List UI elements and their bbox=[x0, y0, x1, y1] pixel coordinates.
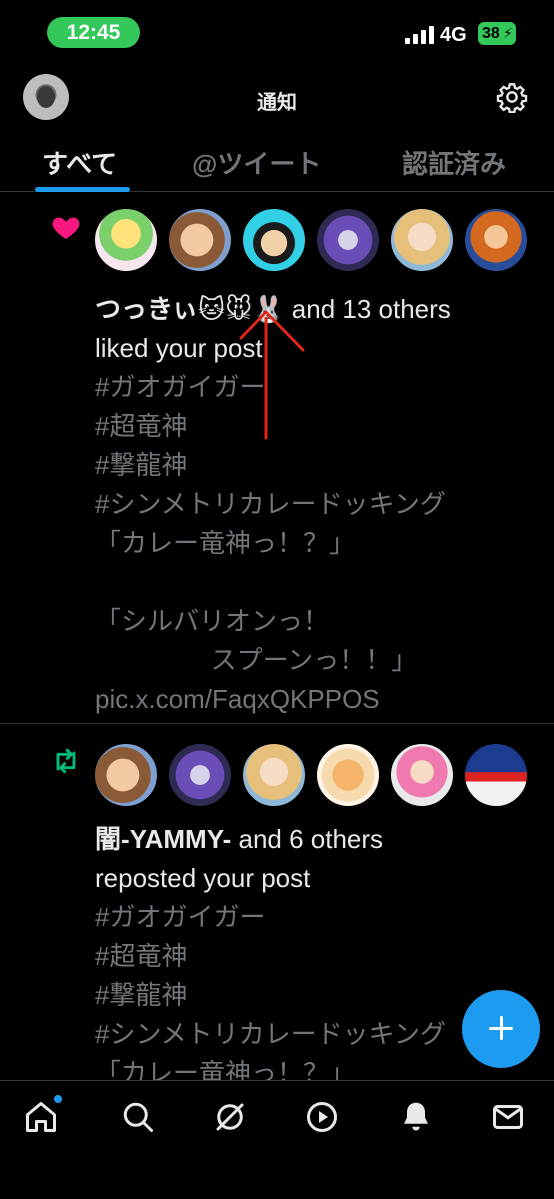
video-icon[interactable] bbox=[304, 1099, 340, 1135]
others-count: and 6 others bbox=[231, 824, 384, 854]
avatar[interactable] bbox=[93, 207, 159, 273]
compose-button[interactable] bbox=[462, 990, 540, 1068]
tab-all[interactable]: すべて bbox=[42, 144, 117, 181]
post-line: #シンメトリカレードッキング bbox=[95, 489, 446, 519]
bottom-nav bbox=[0, 1080, 554, 1199]
messages-envelope-icon[interactable] bbox=[490, 1099, 526, 1135]
status-bar: 12:45 4G 38 ⚡ bbox=[0, 0, 554, 66]
avatar[interactable] bbox=[167, 207, 233, 273]
post-line: #超竜神 bbox=[95, 411, 188, 441]
top-header: 通知 bbox=[0, 66, 554, 128]
network-type: 4G bbox=[440, 24, 467, 46]
charging-icon: ⚡ bbox=[503, 25, 513, 41]
avatar[interactable] bbox=[241, 742, 307, 808]
heart-icon bbox=[52, 217, 80, 239]
active-tab-indicator bbox=[35, 187, 130, 192]
post-line bbox=[95, 563, 535, 602]
avatar[interactable] bbox=[93, 742, 159, 808]
avatar[interactable] bbox=[167, 742, 233, 808]
actor-name[interactable]: つっきぃ🐱🐭🐰 bbox=[95, 294, 285, 324]
settings-gear-icon[interactable] bbox=[496, 81, 528, 113]
post-line: #超竜神 bbox=[95, 941, 188, 971]
battery-indicator: 38 ⚡ bbox=[478, 22, 516, 45]
home-icon[interactable] bbox=[23, 1099, 59, 1135]
page-title: 通知 bbox=[257, 92, 297, 114]
post-line: #ガオガイガー bbox=[95, 372, 266, 402]
post-line: スプーンっ！！」 bbox=[95, 645, 418, 675]
avatar[interactable] bbox=[463, 207, 529, 273]
repost-icon bbox=[56, 748, 76, 774]
avatar[interactable] bbox=[315, 742, 381, 808]
grok-icon[interactable] bbox=[212, 1099, 248, 1135]
post-line: #ガオガイガー bbox=[95, 902, 266, 932]
cellular-signal-icon bbox=[405, 26, 434, 44]
status-time: 12:45 bbox=[47, 17, 140, 48]
notification-action: liked your post bbox=[95, 333, 263, 363]
reposter-avatars bbox=[93, 742, 529, 808]
others-count: and 13 others bbox=[284, 294, 451, 324]
notifications-bell-icon[interactable] bbox=[398, 1099, 434, 1135]
home-unread-dot bbox=[54, 1095, 62, 1103]
avatar[interactable] bbox=[241, 207, 307, 273]
tab-verified[interactable]: 認証済み bbox=[402, 144, 506, 181]
post-line: #撃龍神 bbox=[95, 450, 188, 480]
avatar[interactable] bbox=[463, 742, 529, 808]
battery-level: 38 bbox=[482, 25, 500, 42]
tab-mentions[interactable]: @ツイート bbox=[192, 144, 321, 181]
notification-summary: つっきぃ🐱🐭🐰 and 13 others bbox=[95, 290, 535, 329]
avatar[interactable] bbox=[389, 207, 455, 273]
actor-name[interactable]: 闇-YAMMY- bbox=[95, 824, 231, 854]
liker-avatars bbox=[93, 207, 529, 273]
search-icon[interactable] bbox=[120, 1099, 156, 1135]
notification-action: reposted your post bbox=[95, 863, 311, 893]
notification-tabs: すべて @ツイート 認証済み bbox=[0, 132, 554, 192]
avatar[interactable] bbox=[389, 742, 455, 808]
avatar[interactable] bbox=[315, 207, 381, 273]
notification-text: つっきぃ🐱🐭🐰 and 13 others liked your post #ガ… bbox=[95, 290, 535, 719]
post-line: 「カレー竜神っ！？」 bbox=[95, 528, 356, 558]
post-link[interactable]: pic.x.com/FaqxQKPPOS bbox=[95, 680, 535, 719]
notification-summary: 闇-YAMMY- and 6 others bbox=[95, 820, 535, 859]
post-line: 「シルバリオンっ！ bbox=[95, 606, 330, 636]
notification-like[interactable]: つっきぃ🐱🐭🐰 and 13 others liked your post #ガ… bbox=[0, 193, 554, 724]
